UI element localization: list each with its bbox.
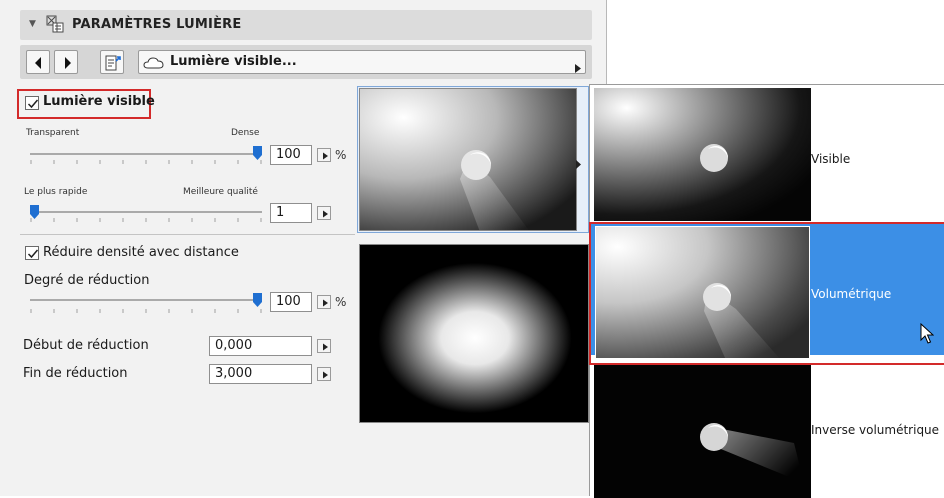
visible-thumbnail [594, 88, 811, 221]
density-slider-thumb[interactable] [253, 146, 262, 160]
light-preset-selector[interactable]: Lumière visible... [138, 50, 586, 74]
panel-title: PARAMÈTRES LUMIÈRE [72, 17, 242, 32]
quality-slider-ticks [30, 218, 262, 222]
volumetric-thumbnail [595, 226, 810, 359]
reduction-end-step-button[interactable] [317, 367, 331, 381]
reduction-end-field[interactable]: 3,000 [209, 364, 312, 384]
triangle-right-icon [65, 57, 71, 69]
reduction-unit: % [335, 295, 347, 309]
triangle-right-icon [323, 371, 328, 379]
reduction-degree-field[interactable]: 100 [270, 292, 312, 312]
density-slider-ticks [30, 160, 262, 164]
option-label: Inverse volumétrique [811, 423, 940, 437]
reduction-slider-thumb[interactable] [253, 293, 262, 307]
quality-step-button[interactable] [317, 206, 331, 220]
check-icon [27, 249, 39, 259]
collapse-triangle-icon[interactable]: ▼ [29, 19, 36, 29]
option-volumetric[interactable]: Volumétrique [590, 222, 944, 359]
reduction-degree-label: Degré de réduction [24, 273, 150, 288]
panel-header[interactable]: ▼ PARAMÈTRES LUMIÈRE [20, 10, 592, 40]
option-visible[interactable]: Visible [590, 88, 944, 221]
reduce-density-checkbox[interactable] [25, 246, 39, 260]
section-divider [20, 234, 355, 235]
density-max-label: Dense [231, 128, 260, 138]
density-min-label: Transparent [26, 128, 80, 138]
triangle-left-icon [35, 57, 41, 69]
quality-slider-thumb[interactable] [30, 205, 39, 219]
document-export-icon [105, 55, 121, 71]
triangle-right-icon [576, 154, 581, 173]
density-unit: % [335, 148, 347, 162]
reduce-density-label[interactable]: Réduire densité avec distance [43, 245, 239, 260]
light-settings-panel: ▼ PARAMÈTRES LUMIÈRE Lumière visible... … [0, 0, 607, 496]
preset-label: Lumière visible... [170, 54, 297, 69]
mouse-pointer-icon [920, 322, 935, 349]
reduction-start-field[interactable]: 0,000 [209, 336, 312, 356]
triangle-right-icon [323, 152, 328, 160]
reduction-end-label: Fin de réduction [23, 366, 128, 381]
reduction-preview-image [359, 244, 589, 423]
triangle-right-icon [323, 343, 328, 351]
visible-light-checkbox[interactable] [25, 96, 39, 110]
quality-min-label: Le plus rapide [24, 187, 88, 197]
triangle-right-icon [323, 299, 328, 307]
reduction-start-label: Début de réduction [23, 338, 149, 353]
quality-slider-track[interactable] [30, 211, 262, 213]
option-inverse-volumetric[interactable]: Inverse volumétrique [590, 361, 944, 498]
triangle-right-icon [575, 58, 581, 77]
visible-light-label[interactable]: Lumière visible [43, 94, 155, 109]
light-settings-icon [46, 15, 64, 33]
option-label: Visible [811, 152, 851, 166]
light-type-preview-image[interactable] [359, 88, 577, 231]
check-icon [27, 99, 39, 109]
quality-value-field[interactable]: 1 [270, 203, 312, 223]
preset-toolbar: Lumière visible... [20, 45, 592, 79]
reduction-slider-track[interactable] [30, 299, 262, 301]
reduction-step-button[interactable] [317, 295, 331, 309]
reduction-start-step-button[interactable] [317, 339, 331, 353]
export-settings-button[interactable] [100, 50, 124, 74]
next-button[interactable] [54, 50, 78, 74]
density-slider-track[interactable] [30, 153, 262, 155]
cloud-icon [143, 55, 165, 74]
light-type-popup: Visible Volumétrique Inverse volumétriqu… [589, 84, 944, 498]
previous-button[interactable] [26, 50, 50, 74]
inverse-volumetric-thumbnail [594, 365, 811, 498]
density-value-field[interactable]: 100 [270, 145, 312, 165]
triangle-right-icon [323, 210, 328, 218]
reduction-slider-ticks [30, 309, 262, 313]
quality-max-label: Meilleure qualité [183, 187, 258, 197]
density-step-button[interactable] [317, 148, 331, 162]
option-label: Volumétrique [811, 287, 892, 301]
